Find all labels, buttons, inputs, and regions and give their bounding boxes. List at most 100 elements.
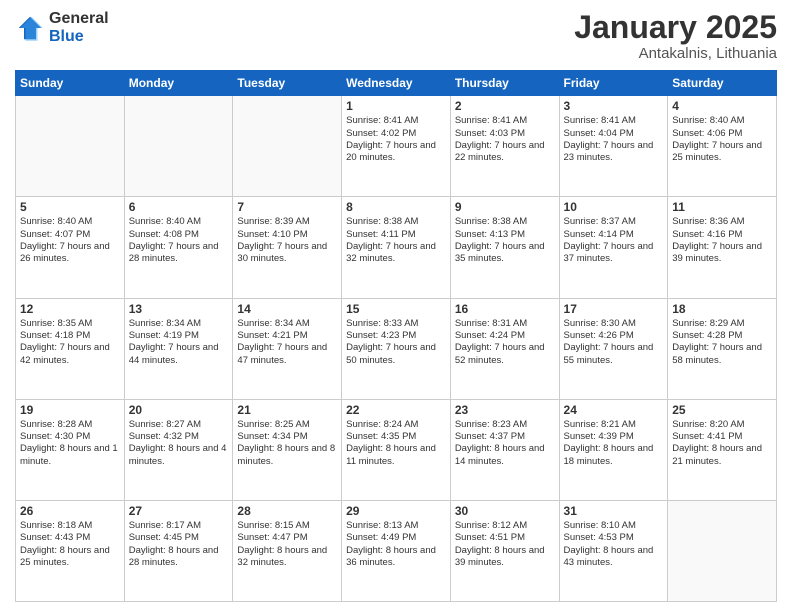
header-friday: Friday [559, 71, 668, 96]
week-row-0: 1Sunrise: 8:41 AM Sunset: 4:02 PM Daylig… [16, 96, 777, 197]
day-cell [668, 500, 777, 601]
header-monday: Monday [124, 71, 233, 96]
header-thursday: Thursday [450, 71, 559, 96]
day-number: 30 [455, 504, 555, 518]
day-info: Sunrise: 8:28 AM Sunset: 4:30 PM Dayligh… [20, 419, 120, 468]
day-number: 2 [455, 99, 555, 113]
day-cell: 1Sunrise: 8:41 AM Sunset: 4:02 PM Daylig… [342, 96, 451, 197]
header-tuesday: Tuesday [233, 71, 342, 96]
day-number: 18 [672, 302, 772, 316]
day-number: 31 [564, 504, 664, 518]
location: Antakalnis, Lithuania [574, 45, 777, 62]
logo-icon [15, 13, 45, 43]
day-number: 23 [455, 403, 555, 417]
header-wednesday: Wednesday [342, 71, 451, 96]
day-number: 26 [20, 504, 120, 518]
day-number: 17 [564, 302, 664, 316]
day-number: 22 [346, 403, 446, 417]
day-cell: 23 Sunrise: 8:23 AM Sunset: 4:37 PM Dayli… [450, 399, 559, 500]
day-number: 3 [564, 99, 664, 113]
day-cell: 18 Sunrise: 8:29 AM Sunset: 4:28 PM Dayli… [668, 298, 777, 399]
day-info: Sunrise: 8:38 AM Sunset: 4:13 PM Dayligh… [455, 216, 555, 265]
day-info: Sunrise: 8:15 AM Sunset: 4:47 PM Dayligh… [237, 520, 337, 569]
day-info: Sunrise: 8:36 AM Sunset: 4:16 PM Dayligh… [672, 216, 772, 265]
day-info: Sunrise: 8:41 AM Sunset: 4:03 PM Dayligh… [455, 115, 555, 164]
day-cell: 3 Sunrise: 8:41 AM Sunset: 4:04 PM Daylig… [559, 96, 668, 197]
day-cell [124, 96, 233, 197]
day-number: 14 [237, 302, 337, 316]
day-cell: 31 Sunrise: 8:10 AM Sunset: 4:53 PM Dayli… [559, 500, 668, 601]
day-number: 1 [346, 99, 446, 113]
day-info: Sunrise: 8:34 AM Sunset: 4:21 PM Dayligh… [237, 318, 337, 367]
day-cell: 14 Sunrise: 8:34 AM Sunset: 4:21 PM Dayli… [233, 298, 342, 399]
day-cell: 26 Sunrise: 8:18 AM Sunset: 4:43 PM Dayli… [16, 500, 125, 601]
title-block: January 2025 Antakalnis, Lithuania [574, 10, 777, 62]
day-cell: 2 Sunrise: 8:41 AM Sunset: 4:03 PM Daylig… [450, 96, 559, 197]
day-cell: 20Sunrise: 8:27 AM Sunset: 4:32 PM Dayli… [124, 399, 233, 500]
week-row-4: 26 Sunrise: 8:18 AM Sunset: 4:43 PM Dayli… [16, 500, 777, 601]
day-number: 5 [20, 200, 120, 214]
day-number: 4 [672, 99, 772, 113]
day-cell: 15Sunrise: 8:33 AM Sunset: 4:23 PM Dayli… [342, 298, 451, 399]
day-cell [233, 96, 342, 197]
header-sunday: Sunday [16, 71, 125, 96]
day-info: Sunrise: 8:24 AM Sunset: 4:35 PM Dayligh… [346, 419, 446, 468]
day-info: Sunrise: 8:18 AM Sunset: 4:43 PM Dayligh… [20, 520, 120, 569]
day-cell: 25 Sunrise: 8:20 AM Sunset: 4:41 PM Dayli… [668, 399, 777, 500]
day-cell: 5 Sunrise: 8:40 AM Sunset: 4:07 PM Daylig… [16, 197, 125, 298]
day-cell: 11 Sunrise: 8:36 AM Sunset: 4:16 PM Dayli… [668, 197, 777, 298]
day-info: Sunrise: 8:13 AM Sunset: 4:49 PM Dayligh… [346, 520, 446, 569]
day-cell: 13Sunrise: 8:34 AM Sunset: 4:19 PM Dayli… [124, 298, 233, 399]
week-row-1: 5 Sunrise: 8:40 AM Sunset: 4:07 PM Daylig… [16, 197, 777, 298]
day-cell: 21 Sunrise: 8:25 AM Sunset: 4:34 PM Dayli… [233, 399, 342, 500]
day-number: 28 [237, 504, 337, 518]
day-info: Sunrise: 8:12 AM Sunset: 4:51 PM Dayligh… [455, 520, 555, 569]
day-info: Sunrise: 8:27 AM Sunset: 4:32 PM Dayligh… [129, 419, 229, 468]
weekday-header-row: Sunday Monday Tuesday Wednesday Thursday… [16, 71, 777, 96]
day-cell: 28 Sunrise: 8:15 AM Sunset: 4:47 PM Dayli… [233, 500, 342, 601]
day-cell [16, 96, 125, 197]
day-number: 10 [564, 200, 664, 214]
day-number: 16 [455, 302, 555, 316]
day-info: Sunrise: 8:10 AM Sunset: 4:53 PM Dayligh… [564, 520, 664, 569]
day-cell: 6Sunrise: 8:40 AM Sunset: 4:08 PM Daylig… [124, 197, 233, 298]
week-row-2: 12Sunrise: 8:35 AM Sunset: 4:18 PM Dayli… [16, 298, 777, 399]
day-info: Sunrise: 8:41 AM Sunset: 4:04 PM Dayligh… [564, 115, 664, 164]
day-number: 21 [237, 403, 337, 417]
day-number: 29 [346, 504, 446, 518]
day-info: Sunrise: 8:37 AM Sunset: 4:14 PM Dayligh… [564, 216, 664, 265]
day-cell: 12Sunrise: 8:35 AM Sunset: 4:18 PM Dayli… [16, 298, 125, 399]
day-cell: 7Sunrise: 8:39 AM Sunset: 4:10 PM Daylig… [233, 197, 342, 298]
logo: General Blue [15, 10, 109, 45]
day-cell: 4 Sunrise: 8:40 AM Sunset: 4:06 PM Daylig… [668, 96, 777, 197]
day-cell: 29 Sunrise: 8:13 AM Sunset: 4:49 PM Dayli… [342, 500, 451, 601]
day-cell: 30 Sunrise: 8:12 AM Sunset: 4:51 PM Dayli… [450, 500, 559, 601]
week-row-3: 19Sunrise: 8:28 AM Sunset: 4:30 PM Dayli… [16, 399, 777, 500]
logo-text: General Blue [49, 10, 109, 45]
day-number: 11 [672, 200, 772, 214]
day-info: Sunrise: 8:29 AM Sunset: 4:28 PM Dayligh… [672, 318, 772, 367]
day-info: Sunrise: 8:39 AM Sunset: 4:10 PM Dayligh… [237, 216, 337, 265]
day-info: Sunrise: 8:40 AM Sunset: 4:07 PM Dayligh… [20, 216, 120, 265]
day-info: Sunrise: 8:25 AM Sunset: 4:34 PM Dayligh… [237, 419, 337, 468]
day-cell: 27Sunrise: 8:17 AM Sunset: 4:45 PM Dayli… [124, 500, 233, 601]
day-info: Sunrise: 8:20 AM Sunset: 4:41 PM Dayligh… [672, 419, 772, 468]
month-title: January 2025 [574, 10, 777, 45]
logo-general: General [49, 10, 109, 28]
header-saturday: Saturday [668, 71, 777, 96]
day-number: 27 [129, 504, 229, 518]
day-number: 13 [129, 302, 229, 316]
day-number: 24 [564, 403, 664, 417]
day-info: Sunrise: 8:30 AM Sunset: 4:26 PM Dayligh… [564, 318, 664, 367]
day-info: Sunrise: 8:40 AM Sunset: 4:06 PM Dayligh… [672, 115, 772, 164]
day-cell: 17 Sunrise: 8:30 AM Sunset: 4:26 PM Dayli… [559, 298, 668, 399]
day-info: Sunrise: 8:21 AM Sunset: 4:39 PM Dayligh… [564, 419, 664, 468]
day-cell: 10 Sunrise: 8:37 AM Sunset: 4:14 PM Dayli… [559, 197, 668, 298]
day-number: 6 [129, 200, 229, 214]
day-info: Sunrise: 8:23 AM Sunset: 4:37 PM Dayligh… [455, 419, 555, 468]
day-number: 25 [672, 403, 772, 417]
logo-blue: Blue [49, 28, 109, 46]
day-cell: 8Sunrise: 8:38 AM Sunset: 4:11 PM Daylig… [342, 197, 451, 298]
day-cell: 19Sunrise: 8:28 AM Sunset: 4:30 PM Dayli… [16, 399, 125, 500]
day-cell: 16Sunrise: 8:31 AM Sunset: 4:24 PM Dayli… [450, 298, 559, 399]
